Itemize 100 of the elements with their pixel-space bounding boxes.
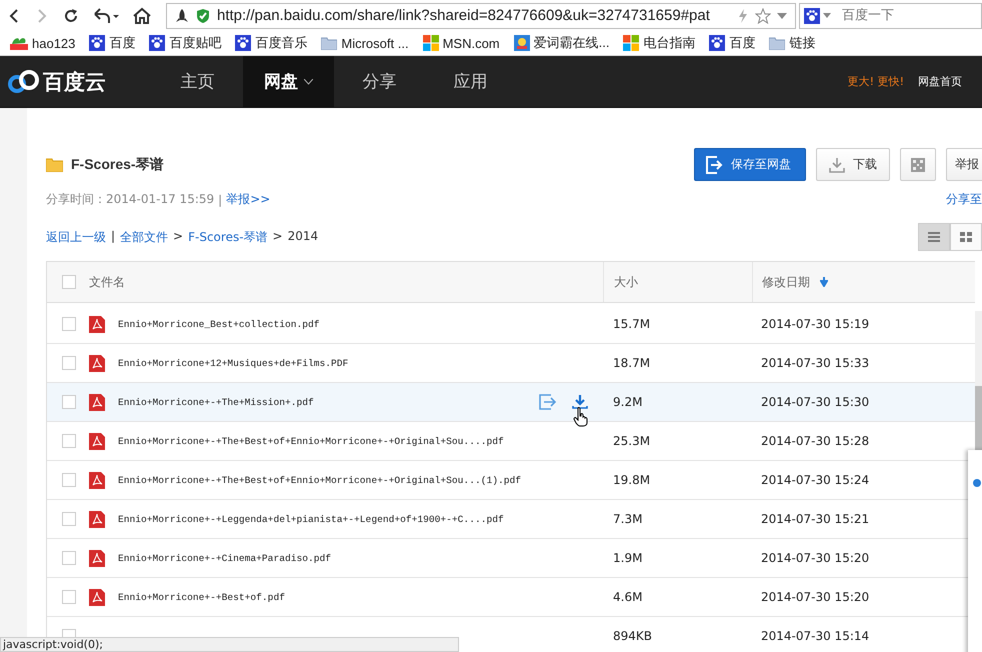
file-name[interactable]: Ennio+Morricone+-+Best+of.pdf — [118, 592, 285, 602]
qr-code-button[interactable] — [900, 148, 936, 181]
bookmark-item[interactable]: 百度 — [89, 34, 136, 52]
file-size: 1.9M — [613, 551, 642, 565]
address-field[interactable]: http://pan.baidu.com/share/link?shareid=824776609&uk=3274731659#pat — [166, 2, 796, 28]
share-to-link[interactable]: 分享至 — [946, 191, 982, 208]
breadcrumb-link[interactable]: 返回上一级 — [46, 228, 106, 246]
bookmark-item[interactable]: 百度贴吧 — [149, 34, 222, 52]
bookmark-item[interactable]: MSN.com — [422, 35, 500, 51]
nav-tab[interactable]: 分享 — [334, 56, 425, 107]
pdf-icon — [89, 316, 105, 332]
paw-icon[interactable] — [804, 8, 820, 24]
folder-icon — [46, 158, 63, 172]
file-size: 9.2M — [613, 395, 642, 409]
grid-icon — [960, 232, 972, 242]
file-name[interactable]: Ennio+Morricone+-+Cinema+Paradiso.pdf — [118, 552, 332, 564]
dropdown-icon[interactable] — [777, 12, 787, 20]
file-size: 25.3M — [613, 434, 650, 448]
breadcrumb-link[interactable]: 全部文件 — [120, 228, 168, 246]
file-name[interactable]: Ennio+Morricone_Best+collection.pdf — [118, 318, 320, 330]
download-icon[interactable] — [571, 394, 589, 410]
modified-date: 2014-07-30 15:19 — [761, 317, 870, 331]
home-link[interactable]: 网盘首页 — [918, 74, 962, 89]
dictionary-icon — [514, 35, 530, 51]
file-name[interactable]: Ennio+Morricone+-+The+Best+of+Ennio+Morricone+-+Original+Sou....pdf — [118, 436, 504, 446]
paw-icon — [149, 35, 166, 51]
column-header[interactable]: 大小 — [614, 274, 638, 290]
nav-tab[interactable]: 主页 — [152, 56, 243, 107]
windows-icon — [422, 35, 439, 51]
modified-date: 2014-07-30 15:28 — [761, 434, 870, 448]
modified-date: 2014-07-30 15:14 — [761, 629, 870, 643]
file-name[interactable]: Ennio+Morricone+-+Leggenda+del+pianista+-+Legend+of+1900+-+C....pdf — [118, 514, 504, 524]
row-checkbox[interactable] — [62, 395, 76, 409]
file-size: 19.8M — [613, 473, 650, 487]
breadcrumb-current: 2014 — [288, 228, 318, 244]
nav-tab[interactable]: 网盘 — [243, 56, 334, 107]
sort-down-icon[interactable] — [820, 277, 828, 287]
dot-icon — [973, 479, 981, 487]
status-bar: javascript:void(0); — [0, 637, 459, 652]
row-checkbox[interactable] — [62, 356, 76, 370]
bookmark-item[interactable]: hao123 — [10, 36, 76, 50]
download-button[interactable]: 下载 — [816, 148, 890, 181]
bookmark-item[interactable]: 百度音乐 — [235, 34, 308, 52]
row-checkbox[interactable] — [62, 434, 76, 448]
search-box[interactable]: 百度一下 — [799, 2, 982, 28]
qr-code-icon — [911, 158, 925, 172]
row-checkbox[interactable] — [62, 590, 76, 604]
file-name[interactable]: Ennio+Morricone+-+The+Mission+.pdf — [118, 396, 314, 408]
row-checkbox[interactable] — [62, 473, 76, 487]
cloud-logo-icon — [7, 68, 41, 94]
bookmark-item[interactable]: Microsoft ... — [321, 36, 409, 50]
pdf-icon — [89, 354, 105, 372]
file-name[interactable]: Ennio+Morricone+-+The+Best+of+Ennio+Morricone+-+Original+Sou...(1).pdf — [118, 474, 522, 486]
file-name[interactable]: Ennio+Morricone+12+Musiques+de+Films.PDF — [118, 358, 348, 368]
save-icon[interactable] — [539, 394, 557, 410]
home-icon[interactable] — [132, 6, 152, 24]
row-checkbox[interactable] — [62, 317, 76, 331]
separator: | — [218, 192, 222, 206]
grid-view-button[interactable] — [950, 223, 982, 251]
nav-tab[interactable]: 应用 — [425, 56, 516, 107]
file-size: 18.7M — [613, 356, 650, 370]
lightning-icon[interactable] — [737, 8, 749, 24]
leaf-icon — [10, 36, 28, 50]
pdf-icon — [89, 432, 105, 450]
dropdown-icon[interactable] — [823, 12, 831, 18]
pdf-icon — [89, 394, 105, 410]
select-all-checkbox[interactable] — [62, 275, 76, 289]
folder-icon — [321, 36, 338, 50]
breadcrumb-link[interactable]: F-Scores-琴谱 — [188, 228, 268, 246]
promo-text[interactable]: 更大! 更快! — [848, 74, 904, 89]
list-view-button[interactable] — [918, 223, 950, 251]
reload-icon[interactable] — [62, 6, 80, 24]
folder-title: F-Scores-琴谱 — [71, 156, 164, 174]
file-row[interactable]: Ennio+Morricone+-+The+Best+of+Ennio+Morricone+-+Original+Sou....pdf 25.3M 2014-07-30 15:28 — [47, 422, 975, 461]
bookmark-item[interactable]: 爱词霸在线... — [514, 34, 610, 52]
bookmark-item[interactable]: 百度 — [709, 34, 756, 52]
logo-text: 百度云 — [43, 68, 106, 96]
bookmark-item[interactable]: 电台指南 — [623, 34, 696, 52]
file-size: 7.3M — [613, 512, 642, 526]
file-row[interactable]: Ennio+Morricone_Best+collection.pdf 15.7M 2014-07-30 15:19 — [47, 305, 975, 344]
rocket-icon — [175, 8, 189, 24]
modified-date: 2014-07-30 15:20 — [761, 590, 870, 604]
column-header[interactable]: 修改日期 — [762, 274, 810, 290]
row-checkbox[interactable] — [62, 512, 76, 526]
folder-icon — [769, 36, 786, 50]
save-to-drive-button[interactable]: 保存至网盘 — [694, 148, 806, 181]
report-button[interactable]: 举报 — [946, 148, 982, 181]
file-size: 894KB — [613, 629, 652, 643]
modified-date: 2014-07-30 15:24 — [761, 473, 870, 487]
breadcrumb-separator: > — [173, 228, 184, 244]
share-time: 分享时间：2014-01-17 15:59 — [46, 191, 214, 208]
bookmark-item[interactable]: 链接 — [769, 34, 816, 52]
file-size: 4.6M — [613, 590, 642, 604]
paw-icon — [235, 35, 252, 51]
paw-icon — [709, 35, 726, 51]
report-link[interactable]: 举报>> — [226, 191, 270, 208]
row-checkbox[interactable] — [62, 551, 76, 565]
star-icon[interactable] — [755, 8, 771, 24]
column-header[interactable]: 文件名 — [89, 274, 125, 290]
undo-icon[interactable] — [92, 6, 120, 24]
